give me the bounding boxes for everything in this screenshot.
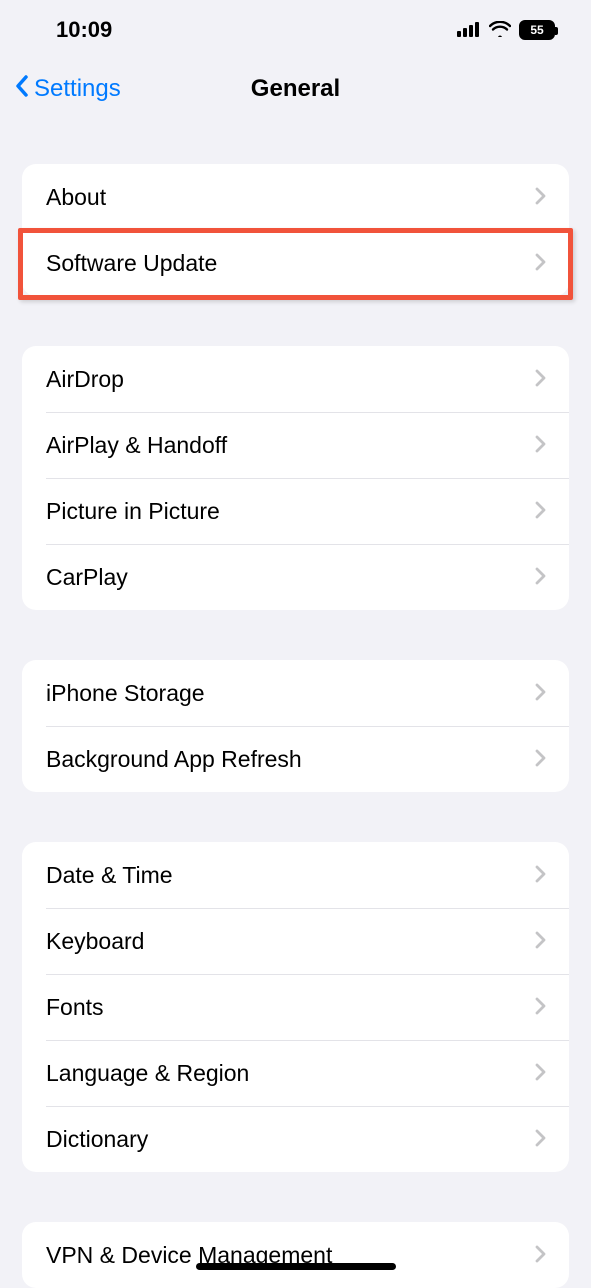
row-vpn-device-management[interactable]: VPN & Device Management: [22, 1222, 569, 1288]
chevron-right-icon: [535, 746, 547, 773]
row-label: Language & Region: [46, 1060, 535, 1087]
chevron-right-icon: [535, 928, 547, 955]
chevron-right-icon: [535, 680, 547, 707]
row-date-time[interactable]: Date & Time: [22, 842, 569, 908]
row-about[interactable]: About: [22, 164, 569, 230]
row-label: Dictionary: [46, 1126, 535, 1153]
battery-level: 55: [522, 22, 552, 38]
chevron-right-icon: [535, 498, 547, 525]
row-software-update[interactable]: Software Update: [22, 230, 569, 296]
row-iphone-storage[interactable]: iPhone Storage: [22, 660, 569, 726]
row-keyboard[interactable]: Keyboard: [22, 908, 569, 974]
chevron-right-icon: [535, 564, 547, 591]
chevron-right-icon: [535, 994, 547, 1021]
chevron-right-icon: [535, 432, 547, 459]
wifi-icon: [489, 17, 511, 43]
row-label: Fonts: [46, 994, 535, 1021]
cellular-icon: [457, 17, 481, 43]
row-label: Software Update: [46, 250, 535, 277]
back-label: Settings: [34, 75, 121, 103]
chevron-left-icon: [14, 74, 30, 105]
chevron-right-icon: [535, 1242, 547, 1269]
row-picture-in-picture[interactable]: Picture in Picture: [22, 478, 569, 544]
chevron-right-icon: [535, 862, 547, 889]
row-label: Date & Time: [46, 862, 535, 889]
row-carplay[interactable]: CarPlay: [22, 544, 569, 610]
battery-icon: 55: [519, 20, 555, 40]
row-label: AirPlay & Handoff: [46, 432, 535, 459]
status-bar: 10:09 55: [0, 0, 591, 60]
chevron-right-icon: [535, 1060, 547, 1087]
row-dictionary[interactable]: Dictionary: [22, 1106, 569, 1172]
home-indicator: [196, 1263, 396, 1270]
row-fonts[interactable]: Fonts: [22, 974, 569, 1040]
settings-section: AirDrop AirPlay & Handoff Picture in Pictu…: [22, 346, 569, 610]
row-label: Picture in Picture: [46, 498, 535, 525]
settings-section: Date & Time Keyboard Fonts Language & Regio…: [22, 842, 569, 1172]
row-background-app-refresh[interactable]: Background App Refresh: [22, 726, 569, 792]
status-time: 10:09: [56, 17, 112, 43]
row-airplay-handoff[interactable]: AirPlay & Handoff: [22, 412, 569, 478]
row-label: Background App Refresh: [46, 746, 535, 773]
row-airdrop[interactable]: AirDrop: [22, 346, 569, 412]
status-right: 55: [457, 17, 555, 43]
row-label: Keyboard: [46, 928, 535, 955]
chevron-right-icon: [535, 1126, 547, 1153]
row-label: CarPlay: [46, 564, 535, 591]
settings-section: About Software Update: [22, 164, 569, 296]
settings-section: iPhone Storage Background App Refresh: [22, 660, 569, 792]
row-label: About: [46, 184, 535, 211]
back-button[interactable]: Settings: [14, 74, 121, 105]
nav-bar: Settings General: [0, 60, 591, 118]
settings-section: VPN & Device Management: [22, 1222, 569, 1288]
chevron-right-icon: [535, 184, 547, 211]
row-language-region[interactable]: Language & Region: [22, 1040, 569, 1106]
row-label: iPhone Storage: [46, 680, 535, 707]
row-label: AirDrop: [46, 366, 535, 393]
chevron-right-icon: [535, 250, 547, 277]
chevron-right-icon: [535, 366, 547, 393]
